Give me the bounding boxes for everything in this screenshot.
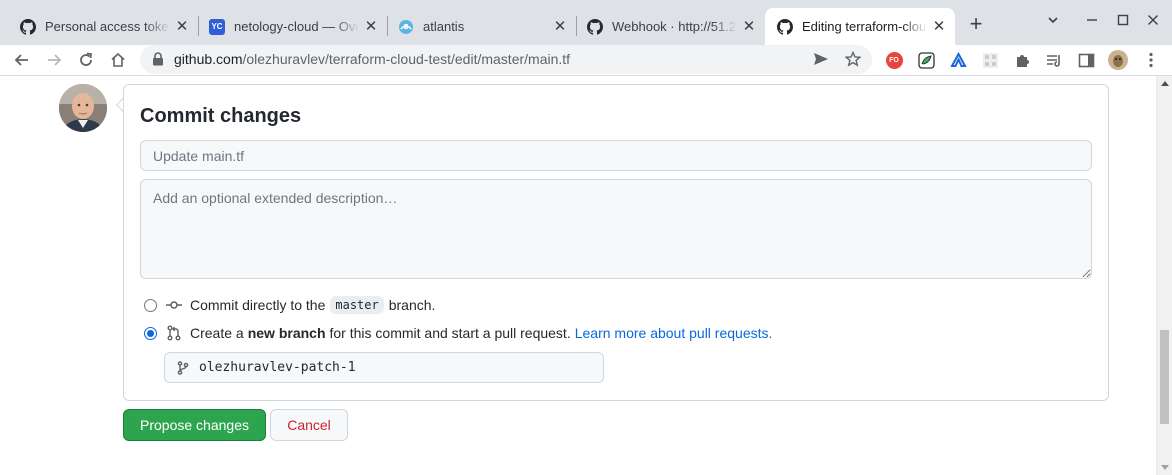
puzzle-extensions-icon[interactable] [1013, 51, 1031, 69]
send-tab-icon[interactable] [812, 50, 830, 68]
new-branch-emphasis: new branch [247, 325, 326, 341]
maximize-icon[interactable] [1113, 12, 1133, 32]
tab-title: Webhook · http://51.250. [612, 19, 737, 34]
close-tab-icon[interactable]: ✕ [363, 18, 379, 35]
lock-icon[interactable] [152, 52, 164, 69]
home-icon[interactable] [106, 48, 130, 72]
tab-personal-access-tokens[interactable]: Personal access tokens ✕ [8, 8, 198, 45]
new-tab-button[interactable]: + [964, 12, 988, 36]
commit-direct-prefix: Commit directly to the [190, 297, 326, 313]
github-icon [587, 18, 603, 35]
minimize-icon[interactable] [1082, 12, 1102, 32]
commit-form: Commit changes Commit directly to the ma… [123, 84, 1109, 401]
commit-direct-option[interactable]: Commit directly to the master branch. [144, 296, 435, 314]
propose-changes-button[interactable]: Propose changes [123, 409, 266, 441]
commit-direct-radio[interactable] [144, 298, 157, 312]
page-content: Commit changes Commit directly to the ma… [0, 76, 1156, 475]
tab-title: atlantis [423, 19, 465, 34]
commit-description-textarea[interactable] [140, 179, 1092, 279]
atlassian-icon[interactable] [949, 51, 967, 69]
scrollbar-thumb[interactable] [1160, 330, 1169, 424]
git-branch-icon [175, 360, 191, 376]
commit-summary-input[interactable] [140, 140, 1092, 171]
address-bar[interactable]: github.com/olezhuravlev/terraform-cloud-… [140, 45, 872, 74]
kebab-menu-icon[interactable] [1142, 51, 1160, 69]
git-commit-icon [166, 297, 182, 313]
bookmark-star-icon[interactable] [844, 50, 862, 68]
url-host: github.com [174, 51, 243, 67]
page-scrollbar[interactable] [1156, 76, 1172, 475]
close-window-icon[interactable] [1143, 12, 1163, 32]
tab-search-chevron-down-icon[interactable] [1043, 12, 1063, 32]
github-icon [777, 18, 793, 35]
browser-tab-strip: Personal access tokens ✕ YC netology-clo… [0, 0, 1172, 45]
new-branch-option[interactable]: Create a new branch for this commit and … [144, 325, 772, 341]
github-icon [20, 18, 36, 35]
tab-atlantis[interactable]: atlantis ✕ [386, 8, 576, 45]
tab-editing-terraform-cloud[interactable]: Editing terraform-cloud ✕ [765, 8, 955, 45]
scroll-down-arrow-icon[interactable] [1161, 465, 1169, 470]
scroll-up-arrow-icon[interactable] [1161, 81, 1169, 86]
reload-icon[interactable] [74, 48, 98, 72]
cancel-button[interactable]: Cancel [270, 409, 348, 441]
git-pull-request-icon [166, 325, 182, 341]
new-branch-name-field[interactable] [164, 352, 604, 383]
evernote-icon[interactable] [917, 51, 935, 69]
close-tab-icon[interactable]: ✕ [552, 18, 568, 35]
tab-title: Personal access tokens [45, 19, 170, 34]
new-branch-prefix: Create a [190, 325, 244, 341]
new-branch-radio[interactable] [144, 326, 157, 340]
base-branch-name: master [330, 296, 384, 314]
avatar[interactable] [59, 84, 107, 132]
close-tab-icon[interactable]: ✕ [174, 18, 190, 35]
side-panel-icon[interactable] [1077, 51, 1095, 69]
url-text: github.com/olezhuravlev/terraform-cloud-… [174, 51, 570, 67]
profile-avatar-icon[interactable] [1108, 50, 1128, 70]
tab-title: netology-cloud — Overview [234, 19, 359, 34]
qr-extension-icon[interactable] [981, 51, 999, 69]
atlantis-icon [398, 19, 414, 35]
yandex-cloud-icon: YC [209, 18, 225, 35]
commit-heading: Commit changes [140, 105, 302, 127]
tab-netology-cloud[interactable]: YC netology-cloud — Overview ✕ [197, 8, 387, 45]
tab-webhook[interactable]: Webhook · http://51.250. ✕ [575, 8, 765, 45]
back-arrow-icon[interactable] [10, 48, 34, 72]
tab-title: Editing terraform-cloud [802, 19, 927, 34]
new-branch-name-input[interactable] [199, 360, 579, 375]
new-branch-suffix: for this commit and start a pull request… [329, 325, 571, 341]
fo-extension-icon[interactable]: FO [885, 51, 903, 69]
close-tab-icon[interactable]: ✕ [931, 18, 947, 35]
browser-toolbar: github.com/olezhuravlev/terraform-cloud-… [0, 45, 1172, 75]
learn-more-pull-requests-link[interactable]: Learn more about pull requests. [575, 325, 773, 341]
media-queue-icon[interactable] [1045, 51, 1063, 69]
close-tab-icon[interactable]: ✕ [741, 18, 757, 35]
commit-direct-suffix: branch. [388, 297, 436, 313]
url-path: /olezhuravlev/terraform-cloud-test/edit/… [242, 51, 571, 67]
forward-arrow-icon[interactable] [42, 48, 66, 72]
